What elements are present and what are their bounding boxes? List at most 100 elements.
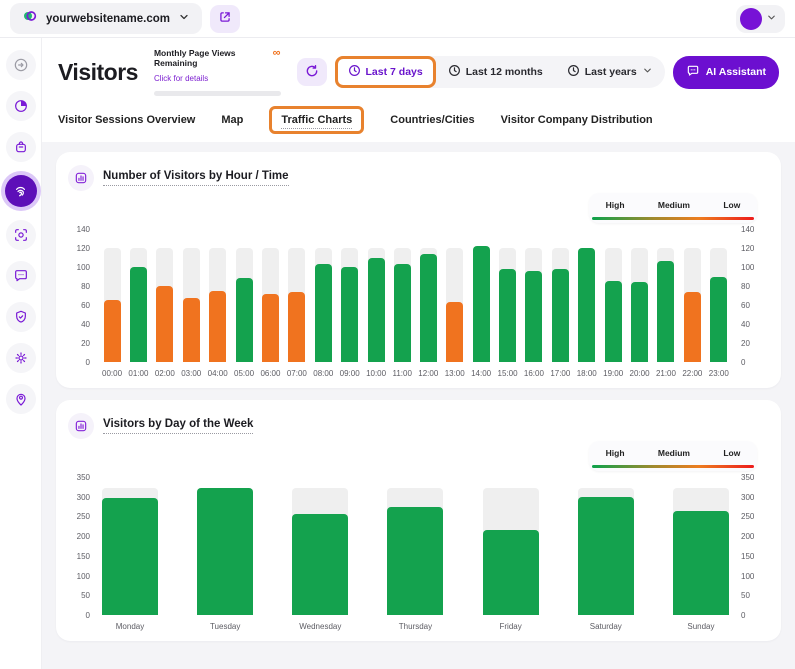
gear-icon — [13, 350, 29, 366]
x-tick-label: Saturday — [590, 622, 622, 631]
bar-20:00[interactable] — [631, 282, 648, 362]
bar-17:00[interactable] — [552, 269, 569, 362]
bar-03:00[interactable] — [183, 298, 200, 362]
y-tick: 0 — [68, 358, 94, 367]
legend-label-medium: Medium — [658, 200, 690, 210]
range-last-7-days-button[interactable]: Last 7 days — [335, 56, 436, 88]
sidebar-item-chat[interactable] — [6, 261, 36, 291]
bar-15:00[interactable] — [499, 269, 516, 362]
bar-11:00[interactable] — [394, 264, 411, 362]
site-name: yourwebsitename.com — [46, 13, 170, 25]
page-title: Visitors — [58, 59, 138, 86]
sidebar-item-settings[interactable] — [6, 343, 36, 373]
y-tick: 120 — [68, 244, 94, 253]
bar-01:00[interactable] — [130, 267, 147, 362]
bar-slot: 15:00 — [498, 229, 518, 378]
sidebar-item-collapse[interactable] — [6, 50, 36, 80]
bar-slot: 16:00 — [524, 229, 544, 378]
tab-map[interactable]: Map — [221, 114, 243, 126]
y-tick: 200 — [737, 532, 763, 541]
bar-10:00[interactable] — [368, 258, 385, 363]
sidebar-item-products[interactable] — [6, 132, 36, 162]
refresh-button[interactable] — [297, 58, 327, 86]
bar-13:00[interactable] — [446, 302, 463, 362]
bar-Tuesday[interactable] — [197, 488, 253, 615]
bar-slot: 23:00 — [709, 229, 729, 378]
bar-Monday[interactable] — [102, 498, 158, 615]
y-tick: 250 — [737, 512, 763, 521]
header-controls: Last 7 days Last 12 months Last years — [297, 56, 779, 89]
ai-assistant-label: AI Assistant — [706, 66, 766, 78]
clock-icon — [448, 64, 461, 80]
range-label: Last 7 days — [366, 66, 423, 78]
bar-16:00[interactable] — [525, 271, 542, 362]
bar-chart-icon — [68, 413, 94, 439]
x-tick-label: 16:00 — [524, 369, 544, 378]
bar-02:00[interactable] — [156, 286, 173, 362]
ai-assistant-button[interactable]: AI Assistant — [673, 56, 779, 89]
tab-countries-cities[interactable]: Countries/Cities — [390, 114, 474, 126]
bar-12:00[interactable] — [420, 254, 437, 362]
y-tick: 0 — [737, 358, 763, 367]
bar-Saturday[interactable] — [578, 497, 634, 615]
chevron-down-icon — [178, 10, 190, 28]
y-tick: 80 — [68, 282, 94, 291]
open-site-button[interactable] — [210, 5, 240, 33]
y-tick: 350 — [737, 473, 763, 482]
bar-slot: Friday — [483, 477, 539, 631]
bar-21:00[interactable] — [657, 261, 674, 362]
page-header: Visitors Monthly Page Views Remaining Cl… — [42, 38, 795, 102]
site-logo-icon — [22, 8, 38, 29]
bar-slot: 06:00 — [260, 229, 280, 378]
bar-chart-icon — [68, 165, 94, 191]
tab-visitor-company-distribution[interactable]: Visitor Company Distribution — [501, 114, 653, 126]
x-tick-label: 06:00 — [260, 369, 280, 378]
x-tick-label: 02:00 — [155, 369, 175, 378]
bar-00:00[interactable] — [104, 300, 121, 362]
bar-06:00[interactable] — [262, 294, 279, 362]
expand-circle-icon — [13, 57, 29, 73]
bar-07:00[interactable] — [288, 292, 305, 362]
legend-label-high: High — [606, 448, 625, 458]
bar-14:00[interactable] — [473, 246, 490, 362]
bar-Wednesday[interactable] — [292, 514, 348, 615]
bar-05:00[interactable] — [236, 278, 253, 362]
y-tick: 140 — [737, 225, 763, 234]
bar-04:00[interactable] — [209, 291, 226, 362]
scan-target-icon — [13, 227, 29, 243]
tab-traffic-charts[interactable]: Traffic Charts — [269, 106, 364, 134]
x-tick-label: 09:00 — [340, 369, 360, 378]
tab-visitor-sessions-overview[interactable]: Visitor Sessions Overview — [58, 114, 195, 126]
daily-visitors-card: Visitors by Day of the Week HighMediumLo… — [56, 400, 781, 641]
bar-09:00[interactable] — [341, 267, 358, 362]
bar-Thursday[interactable] — [387, 507, 443, 615]
bar-19:00[interactable] — [605, 281, 622, 362]
page-views-widget: Monthly Page Views Remaining Click for d… — [154, 48, 281, 96]
y-axis-right: 140120100806040200 — [737, 229, 763, 362]
x-tick-label: 01:00 — [128, 369, 148, 378]
range-last-years-button[interactable]: Last years — [555, 56, 665, 88]
bar-slot: 03:00 — [181, 229, 201, 378]
legend-gradient-bar — [592, 217, 754, 220]
bar-08:00[interactable] — [315, 264, 332, 362]
y-tick: 150 — [68, 552, 94, 561]
page-views-details-link[interactable]: Click for details — [154, 74, 208, 83]
sidebar-item-dashboard[interactable] — [6, 91, 36, 121]
y-axis-right: 350300250200150100500 — [737, 477, 763, 615]
bar-22:00[interactable] — [684, 292, 701, 362]
user-menu[interactable] — [736, 5, 785, 33]
sidebar-item-security[interactable] — [6, 302, 36, 332]
y-tick: 300 — [68, 493, 94, 502]
chevron-down-icon — [766, 10, 777, 28]
bar-Friday[interactable] — [483, 530, 539, 615]
range-last-12-months-button[interactable]: Last 12 months — [436, 56, 555, 88]
sidebar-item-visitors[interactable] — [5, 175, 37, 207]
bar-18:00[interactable] — [578, 248, 595, 362]
sidebar-item-tracking[interactable] — [6, 220, 36, 250]
bar-23:00[interactable] — [710, 277, 727, 362]
bar-slot: 14:00 — [471, 229, 491, 378]
sidebar-item-location[interactable] — [6, 384, 36, 414]
y-tick: 80 — [737, 282, 763, 291]
bar-Sunday[interactable] — [673, 511, 729, 615]
site-selector[interactable]: yourwebsitename.com — [10, 3, 202, 34]
